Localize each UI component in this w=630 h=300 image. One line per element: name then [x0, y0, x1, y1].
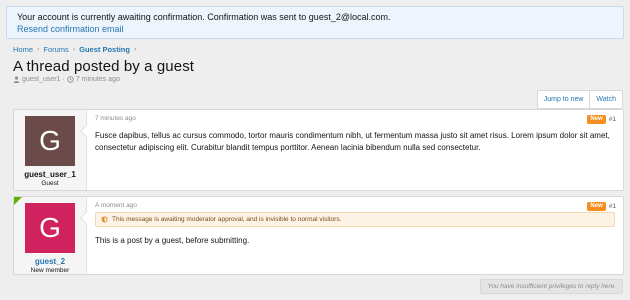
new-badge: New [587, 115, 606, 124]
resend-confirmation-link[interactable]: Resend confirmation email [17, 23, 613, 35]
post-number[interactable]: #1 [609, 116, 616, 123]
avatar[interactable]: G [25, 116, 75, 166]
post-main: 7 minutes ago New #1 Fusce dapibus, tell… [87, 110, 623, 190]
post-tags: New #1 [587, 115, 616, 124]
moderation-notice: This message is awaiting moderator appro… [95, 212, 615, 227]
clock-icon [67, 76, 74, 83]
page-title: A thread posted by a guest [13, 58, 195, 75]
online-indicator [14, 197, 22, 205]
new-badge: New [587, 202, 606, 211]
breadcrumb-forums[interactable]: Forums [43, 45, 68, 54]
shield-icon [101, 216, 108, 223]
watch-button[interactable]: Watch [589, 91, 622, 108]
post-body: Fusce dapibus, tellus ac cursus commodo,… [95, 131, 610, 152]
post-time[interactable]: 7 minutes ago [95, 115, 615, 122]
thread-meta: guest_user1 · 7 minutes ago [13, 76, 120, 83]
post-user-title: New member [30, 267, 70, 274]
post-time[interactable]: A moment ago [95, 202, 615, 209]
thread-author[interactable]: guest_user1 [22, 76, 61, 83]
chevron-right-icon: › [72, 46, 76, 53]
post-item: G guest_2 New member A moment ago New #1… [13, 196, 624, 275]
breadcrumb-guest-posting[interactable]: Guest Posting [79, 45, 130, 54]
meta-separator: · [62, 76, 65, 83]
post-user-panel: G guest_2 New member [14, 197, 95, 274]
post-number[interactable]: #1 [609, 203, 616, 210]
post-main: A moment ago New #1 This message is awai… [87, 197, 623, 274]
post-user-panel: G guest_user_1 Guest [14, 110, 95, 190]
insufficient-privileges-note: You have insufficient privileges to repl… [480, 279, 623, 294]
thread-actions: Jump to new Watch [536, 90, 623, 109]
breadcrumb-home[interactable]: Home [13, 45, 33, 54]
chevron-right-icon: › [133, 46, 137, 53]
post-username[interactable]: guest_2 [35, 257, 65, 266]
breadcrumb: Home › Forums › Guest Posting › [13, 45, 136, 54]
post-user-title: Guest [41, 180, 59, 187]
moderation-message: This message is awaiting moderator appro… [112, 216, 342, 223]
account-confirmation-notice: Your account is currently awaiting confi… [6, 6, 624, 39]
user-icon [13, 76, 20, 83]
post-body: This is a post by a guest, before submit… [95, 236, 250, 245]
chevron-right-icon: › [37, 46, 40, 53]
post-item: G guest_user_1 Guest 7 minutes ago New #… [13, 109, 624, 191]
jump-to-new-button[interactable]: Jump to new [538, 91, 590, 108]
avatar[interactable]: G [25, 203, 75, 253]
post-tags: New #1 [587, 202, 616, 211]
thread-time[interactable]: 7 minutes ago [76, 76, 120, 83]
post-username[interactable]: guest_user_1 [24, 170, 76, 179]
notice-message: Your account is currently awaiting confi… [17, 12, 391, 22]
